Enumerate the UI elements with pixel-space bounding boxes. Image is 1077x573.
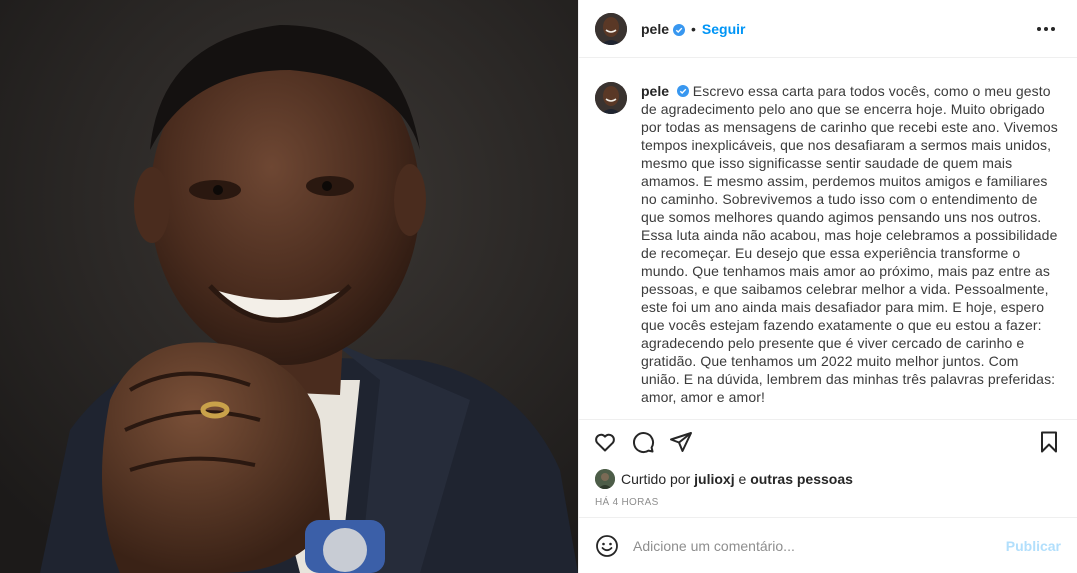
instagram-post: pele • Seguir pele Escrevo essa carta pa…: [0, 0, 1077, 573]
follow-button[interactable]: Seguir: [702, 21, 746, 37]
avatar-image: [595, 12, 627, 45]
likes-connector: e: [738, 471, 747, 487]
add-comment-bar: Publicar: [579, 517, 1077, 573]
author-avatar[interactable]: [595, 12, 627, 45]
caption-author-avatar[interactable]: [595, 82, 627, 114]
caption-text: Escrevo essa carta para todos vocês, com…: [641, 83, 1058, 405]
post-caption: pele Escrevo essa carta para todos vocês…: [641, 82, 1061, 419]
comment-icon[interactable]: [631, 430, 655, 454]
post-header: pele • Seguir: [579, 0, 1077, 58]
verified-badge-icon: [676, 83, 689, 97]
post-actions: [579, 419, 1077, 463]
comments-area: pele Escrevo essa carta para todos vocês…: [579, 58, 1077, 419]
header-separator: •: [691, 20, 696, 37]
heart-icon[interactable]: [593, 430, 617, 454]
likes-prefix: Curtido por: [621, 471, 691, 487]
post-side-panel: pele • Seguir pele Escrevo essa carta pa…: [578, 0, 1077, 573]
likes-others-link[interactable]: outras pessoas: [750, 471, 853, 487]
comment-input[interactable]: [633, 537, 1006, 554]
caption-username[interactable]: pele: [641, 83, 669, 99]
publish-button[interactable]: Publicar: [1006, 538, 1061, 554]
share-icon[interactable]: [669, 430, 693, 454]
post-photo-portrait: [0, 0, 578, 573]
more-options-icon[interactable]: [1031, 21, 1061, 37]
verified-badge-icon: [673, 23, 686, 36]
post-photo[interactable]: [0, 0, 578, 573]
post-timestamp[interactable]: HÁ 4 HORAS: [579, 495, 1077, 517]
likes-summary: Curtido por julioxj e outras pessoas: [579, 463, 1077, 495]
author-username[interactable]: pele: [641, 21, 669, 37]
avatar-image: [595, 82, 627, 114]
likes-user-link[interactable]: julioxj: [694, 471, 734, 487]
bookmark-icon[interactable]: [1037, 430, 1061, 454]
smiley-icon[interactable]: [595, 534, 619, 558]
liker-avatar[interactable]: [595, 469, 615, 489]
